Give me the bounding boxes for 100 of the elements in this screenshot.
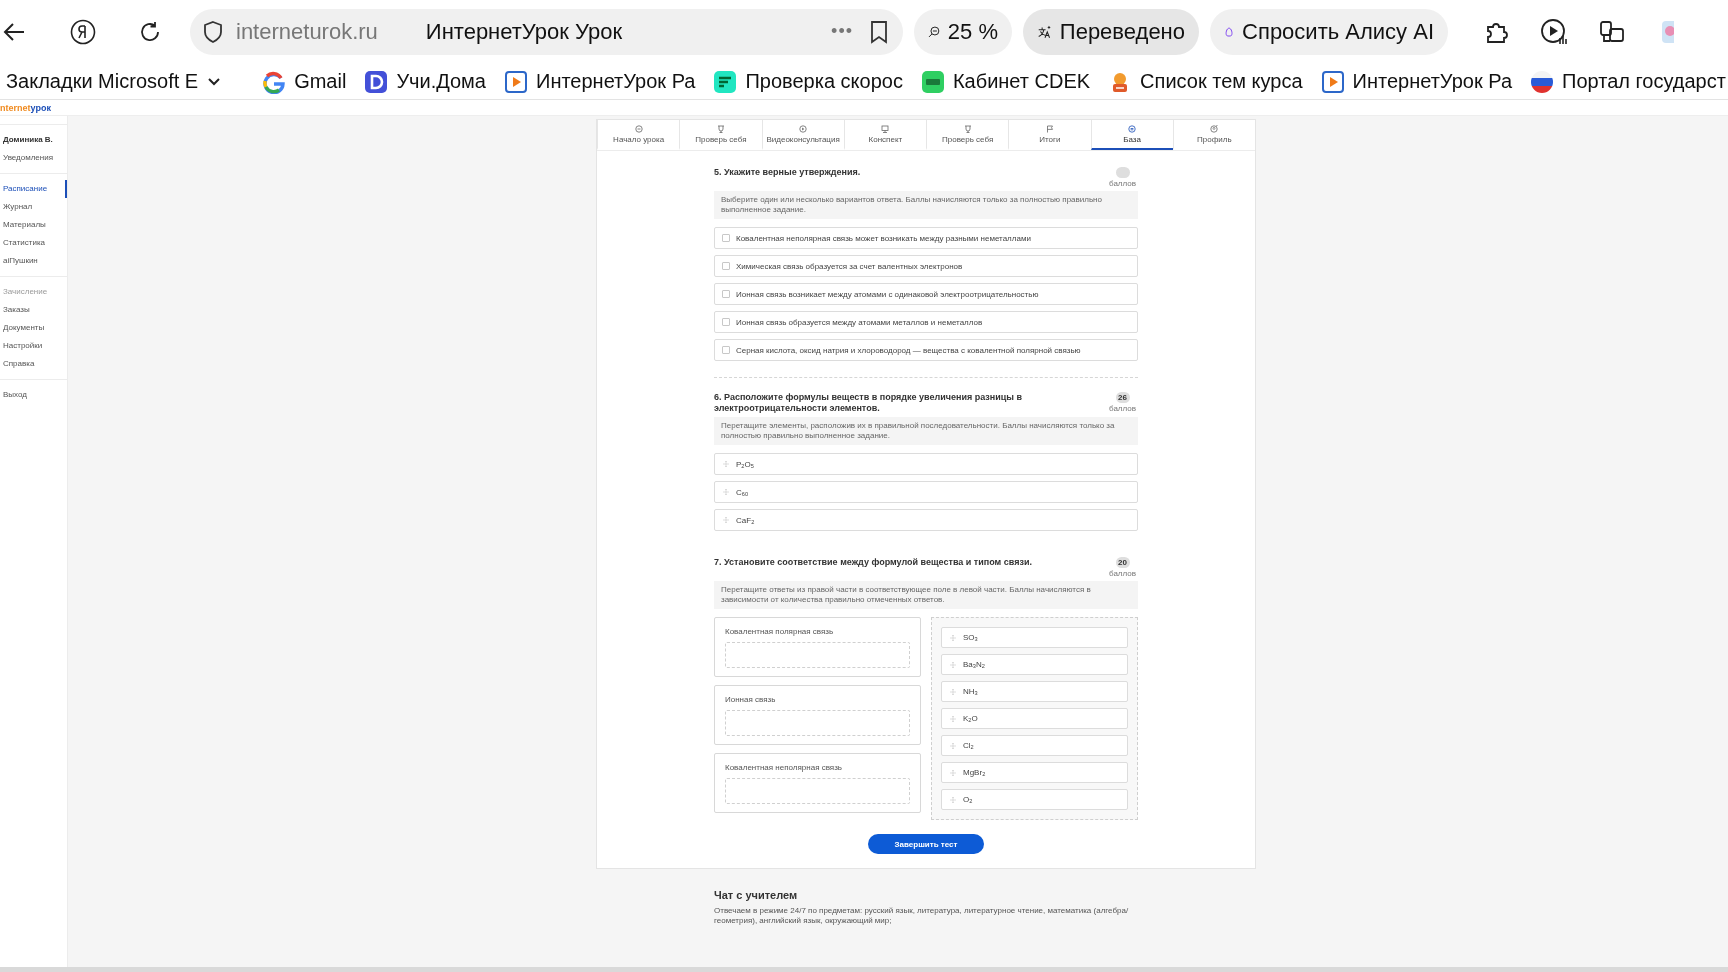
- sidebar-item[interactable]: Журнал: [0, 198, 67, 216]
- ring-icon: [262, 69, 287, 94]
- lesson-tab[interactable]: Начало урока: [597, 120, 680, 150]
- reload-icon[interactable]: [138, 19, 162, 44]
- drag-handle-icon[interactable]: [722, 516, 730, 524]
- user-name: Доминика В.: [2, 134, 54, 146]
- translate-button[interactable]: Переведено: [1023, 8, 1199, 55]
- cup-icon: [716, 124, 725, 133]
- bookmark[interactable]: Закладки Microsoft E: [6, 70, 223, 93]
- square-logo-icon: [920, 69, 945, 94]
- lesson-tab[interactable]: Проверь себя: [926, 120, 1009, 150]
- cup-icon: [963, 124, 972, 133]
- bookmark-icon[interactable]: [869, 19, 889, 44]
- play-icon: [1320, 69, 1345, 94]
- bookmark[interactable]: Список тем курса: [1108, 69, 1303, 94]
- bookmark[interactable]: Портал государст: [1530, 69, 1726, 94]
- drag-handle-icon[interactable]: [949, 633, 957, 642]
- play-icon: [504, 69, 528, 94]
- answer-option[interactable]: C$_{60}$: [714, 481, 1138, 503]
- question-title: 5. Укажите верные утверждения.: [714, 167, 862, 178]
- answer-option[interactable]: Ba$_{3}$N$_{2}$: [941, 654, 1128, 675]
- lesson-tab[interactable]: Конспект: [843, 120, 926, 150]
- bookmark[interactable]: Gmail: [262, 69, 347, 94]
- sidebar-item[interactable]: aiПушкин: [0, 252, 67, 270]
- address-bar[interactable]: interneturok.ru ИнтернетУрок Урок •••: [190, 8, 903, 55]
- answer-option[interactable]: NH$_{3}$: [941, 681, 1128, 702]
- sidebar-item[interactable]: Материалы: [0, 216, 67, 234]
- sidebar-item[interactable]: Настройки: [0, 337, 67, 355]
- answer-option[interactable]: Ионная связь образуется между атомами металлов и неметаллов: [714, 311, 1138, 333]
- play-icon: [799, 124, 808, 133]
- drag-handle-icon[interactable]: [949, 714, 957, 723]
- bookmark[interactable]: Проверка скорос: [713, 69, 903, 94]
- checkbox[interactable]: [722, 318, 730, 326]
- finish-test-button[interactable]: Завершить тест: [868, 834, 984, 854]
- answer-option[interactable]: Ионная связь возникает между атомами с одинаковой электроотрицательностью: [714, 283, 1138, 305]
- chat-description: Отвечаем в режиме 24/7 по предметам: русский язык, литература, литературное чтение, математика (алгебра/геометрия), английский язык, окружающий мир;: [714, 906, 1130, 926]
- sidebar-item[interactable]: Уведомления: [0, 149, 67, 167]
- start-icon: [634, 124, 643, 133]
- drag-handle-icon[interactable]: [949, 741, 957, 750]
- points-badge: 26 баллов: [1109, 392, 1136, 413]
- drag-handle-icon[interactable]: [949, 687, 957, 696]
- answer-option[interactable]: MgBr$_{2}$: [941, 762, 1128, 783]
- match-label: Ковалентная неполярная связь: [725, 763, 843, 772]
- bookmark[interactable]: ИнтернетУрок Ра: [1320, 69, 1512, 94]
- drop-zone[interactable]: [725, 778, 910, 804]
- bookmark[interactable]: Кабинет CDEK: [920, 69, 1091, 94]
- checkbox[interactable]: [722, 234, 730, 242]
- site-address: interneturok.ru: [236, 18, 378, 45]
- answer-option[interactable]: P$_{2}$O$_{5}$: [714, 453, 1138, 475]
- flag-icon: [1045, 124, 1054, 133]
- answer-option[interactable]: Ковалентная неполярная связь может возникать между разными неметаллами: [714, 227, 1138, 249]
- site-logo[interactable]: nternetурок: [0, 102, 51, 113]
- assistant-button[interactable]: Спросить Алису AI: [1210, 8, 1448, 55]
- sidebar-item[interactable]: Расписание: [0, 180, 67, 198]
- drag-handle-icon[interactable]: [949, 795, 957, 804]
- sidebar-item[interactable]: Заказы: [0, 301, 67, 319]
- drag-handle-icon[interactable]: [949, 768, 957, 777]
- drag-handle-icon[interactable]: [949, 660, 957, 669]
- points-badge: баллов: [1109, 167, 1136, 188]
- answer-option[interactable]: O$_{2}$: [941, 789, 1128, 810]
- answer-option[interactable]: CaF$_{2}$: [714, 509, 1138, 531]
- lesson-tab[interactable]: База: [1090, 120, 1173, 150]
- sidebar-item[interactable]: Справка: [0, 355, 67, 373]
- match-label: Ковалентная полярная связь: [725, 627, 835, 636]
- list-icon: [1128, 124, 1137, 133]
- lesson-tab[interactable]: Проверь себя: [679, 120, 762, 150]
- drop-zone[interactable]: [725, 710, 910, 736]
- answer-option[interactable]: SO$_{3}$: [941, 627, 1128, 648]
- drop-zone[interactable]: [725, 642, 910, 668]
- lesson-tab[interactable]: Профиль: [1172, 120, 1255, 150]
- page-title: ИнтернетУрок Урок: [425, 18, 624, 45]
- answer-option[interactable]: Cl$_{2}$: [941, 735, 1128, 756]
- more-button[interactable]: •••: [831, 21, 853, 42]
- lesson-tab[interactable]: Видеоконсультация: [761, 120, 844, 150]
- points-badge: 20 баллов: [1109, 557, 1136, 578]
- lesson-tab[interactable]: Итоги: [1008, 120, 1091, 150]
- monitor-icon: [881, 124, 890, 133]
- play-circle-icon[interactable]: [1540, 17, 1568, 46]
- answer-option[interactable]: K$_{2}$O: [941, 708, 1128, 729]
- sidebar-item[interactable]: Выход: [0, 386, 67, 404]
- sidebar-item[interactable]: Статистика: [0, 234, 67, 252]
- question-title: 7. Установите соответствие между формулой вещества и типом связи.: [714, 557, 1033, 568]
- circle-logo-icon[interactable]: [70, 18, 96, 45]
- bookmark[interactable]: ИнтернетУрок Ра: [504, 69, 696, 94]
- letter-tile-icon: [364, 69, 389, 94]
- zoom-button[interactable]: 25 %: [914, 8, 1012, 55]
- answer-option[interactable]: Серная кислота, оксид натрия и хлороводород — вещества с ковалентной полярной связью: [714, 339, 1138, 361]
- checkbox[interactable]: [722, 290, 730, 298]
- sidebar-item[interactable]: Документы: [0, 319, 67, 337]
- bookmark[interactable]: Учи.Дома: [364, 69, 486, 94]
- match-label: Ионная связь: [725, 695, 777, 704]
- drag-handle-icon[interactable]: [722, 488, 730, 496]
- instruction-text: Перетащите элементы, расположив их в правильной последовательности. Баллы начисляются только за полностью правильно выполненное задание.: [714, 417, 1138, 445]
- instruction-text: Выберите один или несколько вариантов ответа. Баллы начисляются только за полностью правильно выполненное задание.: [714, 191, 1138, 219]
- checkbox[interactable]: [722, 346, 730, 354]
- checkbox[interactable]: [722, 262, 730, 270]
- answer-option[interactable]: Химическая связь образуется за счет валентных электронов: [714, 255, 1138, 277]
- instruction-text: Перетащите ответы из правой части в соответствующее поле в левой части. Баллы начисляются в зависимости от количества правильно отмеченных ответов.: [714, 581, 1138, 609]
- drag-handle-icon[interactable]: [722, 460, 730, 468]
- question-title: 6. Расположите формулы веществ в порядке увеличения разницы в электроотрицательности элементов.: [714, 392, 1023, 414]
